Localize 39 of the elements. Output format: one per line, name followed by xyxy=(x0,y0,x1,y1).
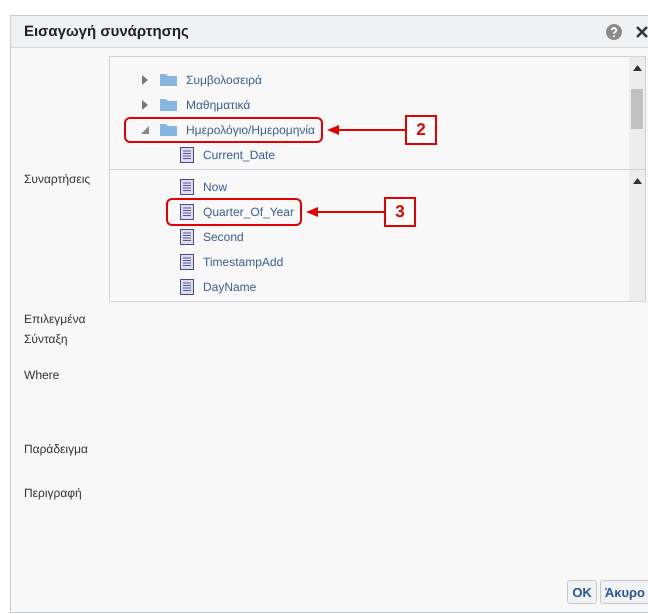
field-label: Επιλεγμένα xyxy=(24,312,86,326)
collapse-triangle-icon[interactable] xyxy=(140,124,150,134)
folder-icon xyxy=(160,123,177,136)
tree-item[interactable]: Quarter_Of_Year xyxy=(203,204,294,218)
close-icon[interactable] xyxy=(636,26,648,38)
document-icon xyxy=(180,228,194,244)
document-icon xyxy=(180,178,194,194)
tree-item[interactable]: Μαθηματικά xyxy=(186,98,250,112)
document-icon xyxy=(180,254,194,270)
dialog-button[interactable]: Άκυρο xyxy=(600,580,648,604)
tree-item[interactable]: Συμβολοσειρά xyxy=(186,72,262,86)
scrollbar[interactable] xyxy=(629,57,645,169)
document-icon xyxy=(180,146,194,162)
help-icon[interactable] xyxy=(606,24,622,40)
field-label: Περιγραφή xyxy=(24,486,83,500)
document-icon xyxy=(180,278,194,294)
window-title: Εισαγωγή συνάρτησης xyxy=(24,23,190,40)
field-label: Συναρτήσεις xyxy=(24,172,92,186)
tree-item[interactable]: Now xyxy=(203,180,228,194)
callout-number: 2 xyxy=(405,114,437,144)
folder-icon xyxy=(160,98,177,111)
field-label: Παράδειγμα xyxy=(24,442,89,456)
scroll-up-icon xyxy=(632,65,642,71)
field-label: Where xyxy=(24,368,60,382)
tree-item[interactable]: Second xyxy=(203,230,244,244)
field-label: Σύνταξη xyxy=(24,332,69,346)
tree-item[interactable]: TimestampAdd xyxy=(203,254,284,268)
scrollbar-thumb[interactable] xyxy=(631,89,643,129)
scroll-up-icon xyxy=(632,178,642,184)
folder-icon xyxy=(160,73,177,86)
scrollbar[interactable] xyxy=(629,170,645,301)
expand-triangle-icon[interactable] xyxy=(140,74,150,84)
document-icon xyxy=(180,204,194,220)
tree-item[interactable]: DayName xyxy=(203,280,256,294)
tree-item[interactable]: Ημερολόγιο/Ημερομηνία xyxy=(186,122,315,136)
expand-triangle-icon[interactable] xyxy=(140,100,150,110)
callout-number: 3 xyxy=(384,196,416,226)
dialog-button[interactable]: OK xyxy=(567,580,597,604)
tree-item[interactable]: Current_Date xyxy=(203,148,276,162)
